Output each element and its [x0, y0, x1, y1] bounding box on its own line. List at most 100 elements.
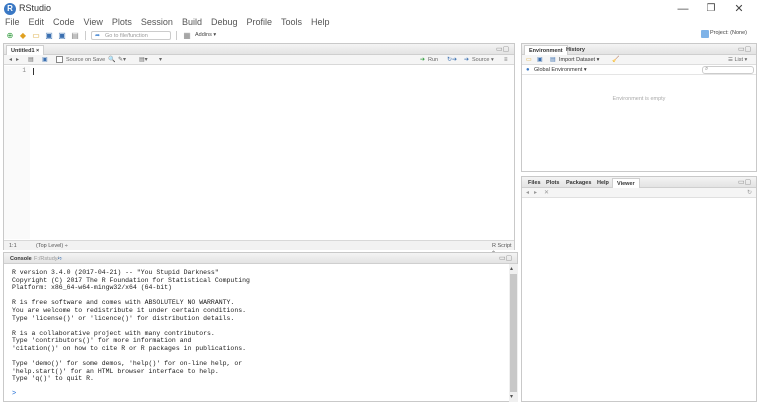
save-workspace-icon[interactable]: ▣	[537, 56, 543, 64]
minimize-pane-icon[interactable]: ▭▢	[738, 178, 751, 186]
clear-viewer-icon[interactable]: ✕	[544, 189, 549, 197]
menu-view[interactable]: View	[84, 16, 103, 29]
tab-packages[interactable]: Packages	[562, 178, 595, 188]
go-to-directory-icon[interactable]: ➪	[54, 254, 67, 264]
source-on-save-label: Source on Save	[66, 57, 106, 63]
console-line: 'help.start()' for an HTML browser inter…	[12, 367, 219, 375]
menu-code[interactable]: Code	[53, 16, 75, 29]
list-view-selector[interactable]: ☰ List ▾	[728, 56, 747, 64]
console-line: 'citation()' on how to cite R or R packa…	[12, 344, 247, 352]
menu-file[interactable]: File	[5, 16, 20, 29]
scroll-down-icon[interactable]: ▾	[510, 393, 513, 400]
console-line: Type 'demo()' for some demos, 'help()' f…	[12, 360, 243, 368]
cursor-position: 1:1	[9, 243, 17, 249]
clear-workspace-broom-icon[interactable]: 🧹	[612, 56, 619, 64]
import-dataset-icon[interactable]: ▤	[550, 56, 556, 64]
tab-history[interactable]: History	[562, 45, 589, 55]
source-arrow-icon[interactable]: ➔	[464, 56, 469, 64]
menu-profile[interactable]: Profile	[247, 16, 273, 29]
grid-layout-icon[interactable]: ▦	[182, 31, 192, 40]
toolbar-divider	[176, 30, 177, 40]
tab-viewer[interactable]: Viewer	[612, 178, 640, 188]
editor-toolbar: ◂ ▸ ▤ ▣ Source on Save 🔍 ✎▾ ▤▾ ▾ ➔ Run ↻…	[4, 55, 514, 65]
minimize-button[interactable]: —	[672, 2, 694, 16]
environment-tab-bar: Environment History ▭▢	[522, 44, 756, 55]
search-icon[interactable]: 🔍	[108, 56, 115, 64]
console-prompt[interactable]: >	[12, 390, 16, 398]
search-icon: ⌕	[705, 66, 709, 72]
console-scrollbar[interactable]: ▴ ▾	[509, 264, 518, 402]
options-dropdown-icon[interactable]: ▾	[159, 56, 162, 64]
menu-session[interactable]: Session	[141, 16, 173, 29]
new-file-icon[interactable]: ⊕	[5, 31, 15, 40]
goto-placeholder: Go to file/function	[105, 32, 148, 39]
new-project-icon[interactable]: ◆	[18, 31, 28, 40]
save-all-icon[interactable]: ▣	[57, 31, 67, 40]
outline-icon[interactable]: ≡	[504, 56, 508, 64]
compile-report-icon[interactable]: ▤▾	[139, 56, 148, 64]
minimize-pane-icon[interactable]: ▭▢	[738, 45, 751, 53]
save-icon[interactable]: ▣	[44, 31, 54, 40]
environment-search-input[interactable]: ⌕	[702, 66, 754, 74]
tab-untitled1[interactable]: Untitled1 ×	[6, 45, 45, 55]
scroll-up-icon[interactable]: ▴	[510, 265, 513, 272]
run-button[interactable]: Run	[428, 56, 438, 64]
project-menu[interactable]: Project: (None)	[710, 30, 747, 36]
line-number: 1	[22, 67, 26, 74]
print-icon[interactable]: ▤	[70, 31, 80, 40]
editor-status-bar: 1:1 (Top Level) ÷ R Script ÷	[4, 240, 514, 255]
menu-debug[interactable]: Debug	[211, 16, 238, 29]
rerun-icon[interactable]: ↻➔	[447, 56, 457, 64]
close-button[interactable]: ✕	[728, 2, 750, 16]
scope-selector[interactable]: (Top Level) ÷	[36, 243, 68, 249]
console-line: You are welcome to redistribute it under…	[12, 306, 247, 314]
rstudio-logo-icon: R	[4, 3, 16, 15]
line-gutter: 1	[4, 66, 30, 239]
code-tools-icon[interactable]: ✎▾	[118, 56, 126, 64]
environment-scope-bar: ● Global Environment ▾ ⌕	[522, 65, 756, 75]
scroll-thumb[interactable]	[510, 274, 517, 392]
load-workspace-icon[interactable]: ▭	[526, 56, 532, 64]
goto-file-input[interactable]: ➦ Go to file/function	[91, 30, 171, 40]
goto-arrow-icon: ➦	[95, 32, 101, 39]
console-line: Type 'contributors()' for more informati…	[12, 337, 192, 345]
project-icon	[701, 30, 709, 38]
console-line: R version 3.4.0 (2017-04-21) -- "You Stu…	[12, 269, 219, 276]
console-line: Type 'q()' to quit R.	[12, 375, 94, 383]
source-on-save-checkbox[interactable]	[56, 56, 63, 63]
source-editor-pane: Untitled1 × ▭▢ ◂ ▸ ▤ ▣ Source on Save 🔍 …	[3, 43, 515, 255]
minimize-pane-icon[interactable]: ▭▢	[496, 45, 509, 53]
viewer-toolbar: ◂ ▸ ✕ ↻	[522, 188, 756, 198]
environment-pane: Environment History ▭▢ ▭ ▣ ▤ Import Data…	[521, 43, 757, 172]
addins-menu[interactable]: Addins ▾	[195, 32, 216, 38]
tab-help[interactable]: Help	[593, 178, 613, 188]
show-in-window-icon[interactable]: ▤	[28, 56, 34, 64]
back-arrow-icon[interactable]: ◂	[526, 189, 529, 197]
forward-arrow-icon[interactable]: ▸	[16, 56, 19, 64]
menu-edit[interactable]: Edit	[29, 16, 45, 29]
r-env-icon: ●	[526, 67, 530, 73]
forward-arrow-icon[interactable]: ▸	[534, 189, 537, 197]
window-title: RStudio	[19, 3, 52, 13]
console-line: Type 'license()' or 'licence()' for dist…	[12, 314, 235, 322]
console-line: Platform: x86_64-w64-mingw32/x64 (64-bit…	[12, 284, 172, 292]
minimize-pane-icon[interactable]: ▭▢	[499, 254, 512, 262]
open-file-icon[interactable]: ▭	[31, 31, 41, 40]
menu-help[interactable]: Help	[311, 16, 330, 29]
run-arrow-icon[interactable]: ➔	[420, 56, 425, 64]
menu-build[interactable]: Build	[182, 16, 202, 29]
maximize-button[interactable]: ❐	[700, 2, 722, 16]
back-arrow-icon[interactable]: ◂	[9, 56, 12, 64]
toolbar-divider	[85, 30, 86, 40]
save-file-icon[interactable]: ▣	[42, 56, 48, 64]
global-environment-dropdown[interactable]: Global Environment ▾	[534, 66, 587, 74]
source-button[interactable]: Source ▾	[472, 56, 494, 64]
import-dataset-button[interactable]: Import Dataset ▾	[559, 56, 599, 64]
code-area[interactable]	[30, 66, 514, 239]
menu-tools[interactable]: Tools	[281, 16, 302, 29]
tab-plots[interactable]: Plots	[542, 178, 563, 188]
menu-plots[interactable]: Plots	[112, 16, 132, 29]
refresh-icon[interactable]: ↻	[747, 189, 752, 197]
